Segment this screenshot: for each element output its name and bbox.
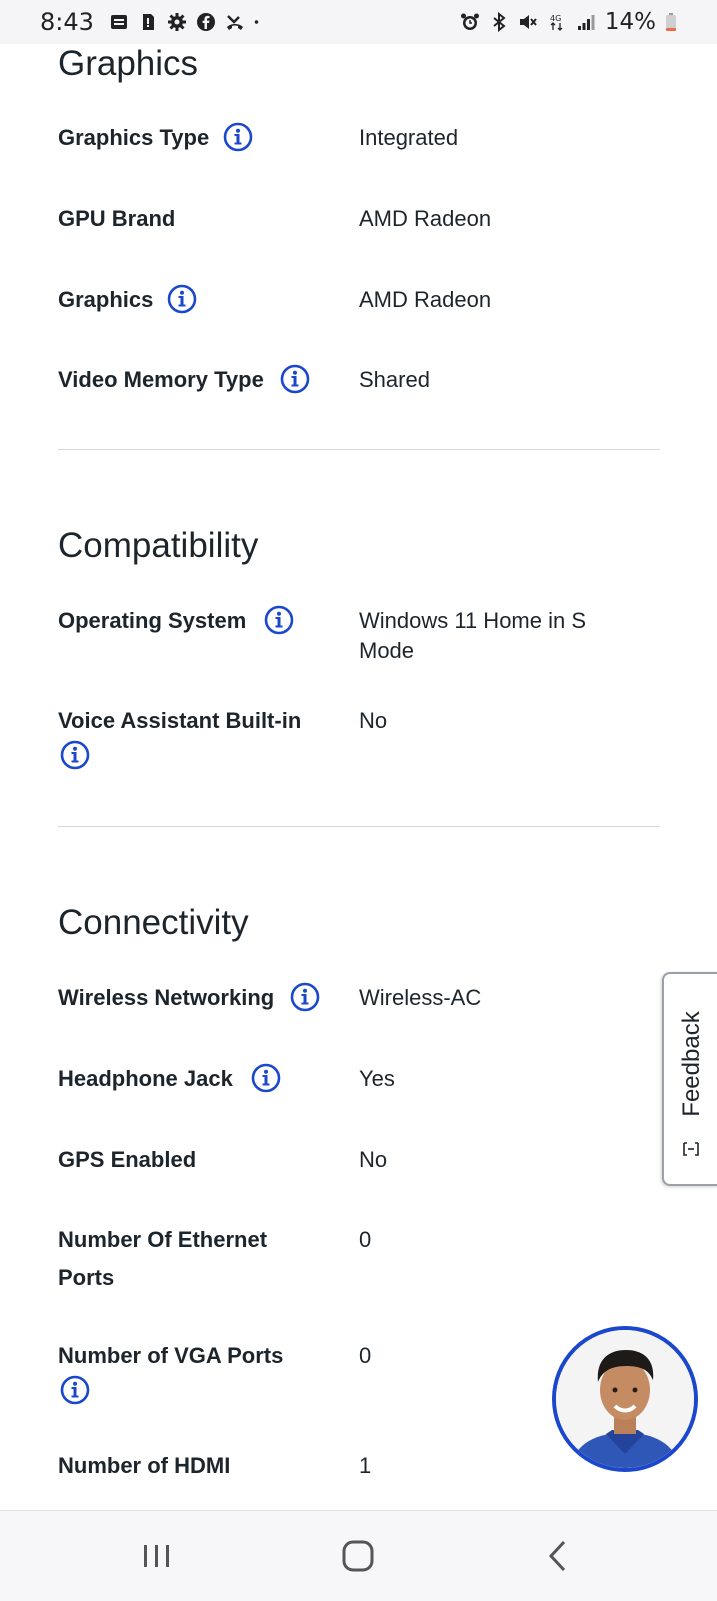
spec-label: Operating System (58, 602, 338, 640)
missed-call-icon (226, 15, 243, 30)
avatar-portrait (556, 1330, 694, 1468)
spec-label: Headphone Jack (58, 1060, 338, 1098)
settings-icon (167, 13, 186, 31)
spec-value: Wireless-AC (359, 985, 482, 1010)
status-bar-right: 4G 14% (460, 9, 717, 35)
facebook-icon (196, 13, 215, 31)
status-time: 8:43 (40, 8, 94, 36)
feedback-icon (683, 1142, 699, 1156)
home-icon[interactable] (333, 1531, 383, 1581)
alarm-icon (460, 13, 479, 30)
chat-assistant-avatar[interactable] (552, 1326, 698, 1472)
feedback-label: Feedback (677, 1011, 705, 1117)
info-icon[interactable] (223, 122, 253, 152)
spec-label: Number of HDMI (58, 1453, 231, 1478)
data-icon: 4G (550, 14, 563, 31)
spec-label: GPU Brand (58, 206, 176, 231)
spec-value: Windows 11 Home in S Mode (359, 608, 587, 663)
section-title-compatibility: Compatibility (58, 526, 259, 565)
mute-icon (519, 15, 537, 29)
spec-label: Number of VGA Ports (58, 1337, 338, 1407)
feedback-tab[interactable]: Feedback (662, 972, 717, 1186)
spec-label: Number Of Ethernet Ports (58, 1227, 268, 1290)
svg-text:4G: 4G (550, 14, 561, 23)
spec-label: Video Memory Type (58, 361, 358, 399)
spec-value: No (359, 1147, 388, 1172)
spec-label: Wireless Networking (58, 979, 358, 1017)
status-bar-left: 8:43 (0, 8, 264, 36)
battery-percent: 14% (604, 9, 656, 35)
status-bar: 8:43 4G 14% (0, 0, 717, 44)
notes-icon (110, 15, 127, 29)
spec-value: Integrated (359, 125, 459, 150)
sim-icon (142, 14, 154, 30)
info-icon[interactable] (167, 284, 197, 314)
info-icon[interactable] (251, 1063, 281, 1093)
spec-label: Voice Assistant Built-in (58, 702, 348, 772)
signal-icon (577, 15, 595, 30)
spec-value: 0 (359, 1227, 372, 1252)
recent-apps-icon[interactable] (132, 1531, 182, 1581)
section-divider (58, 449, 660, 450)
battery-icon (666, 13, 676, 31)
section-divider (58, 826, 660, 827)
info-icon[interactable] (60, 1375, 90, 1405)
bluetooth-icon (493, 12, 506, 32)
system-nav-bar (0, 1510, 717, 1601)
spec-value: Shared (359, 367, 430, 392)
back-icon[interactable] (533, 1531, 583, 1581)
spec-value: AMD Radeon (359, 287, 492, 312)
spec-label: Graphics Type (58, 119, 338, 157)
dot-icon (254, 20, 259, 24)
spec-label: Graphics (58, 281, 338, 319)
info-icon[interactable] (290, 982, 320, 1012)
spec-value: No (359, 708, 388, 733)
spec-value: Yes (359, 1066, 395, 1091)
spec-label: GPS Enabled (58, 1147, 197, 1172)
info-icon[interactable] (60, 740, 90, 770)
spec-content: Graphics Graphics Type Integrated GPU Br… (0, 44, 717, 1510)
info-icon[interactable] (264, 605, 294, 635)
info-icon[interactable] (280, 364, 310, 394)
section-title-graphics: Graphics (58, 44, 199, 83)
section-title-connectivity: Connectivity (58, 903, 249, 942)
spec-value: AMD Radeon (359, 206, 492, 231)
